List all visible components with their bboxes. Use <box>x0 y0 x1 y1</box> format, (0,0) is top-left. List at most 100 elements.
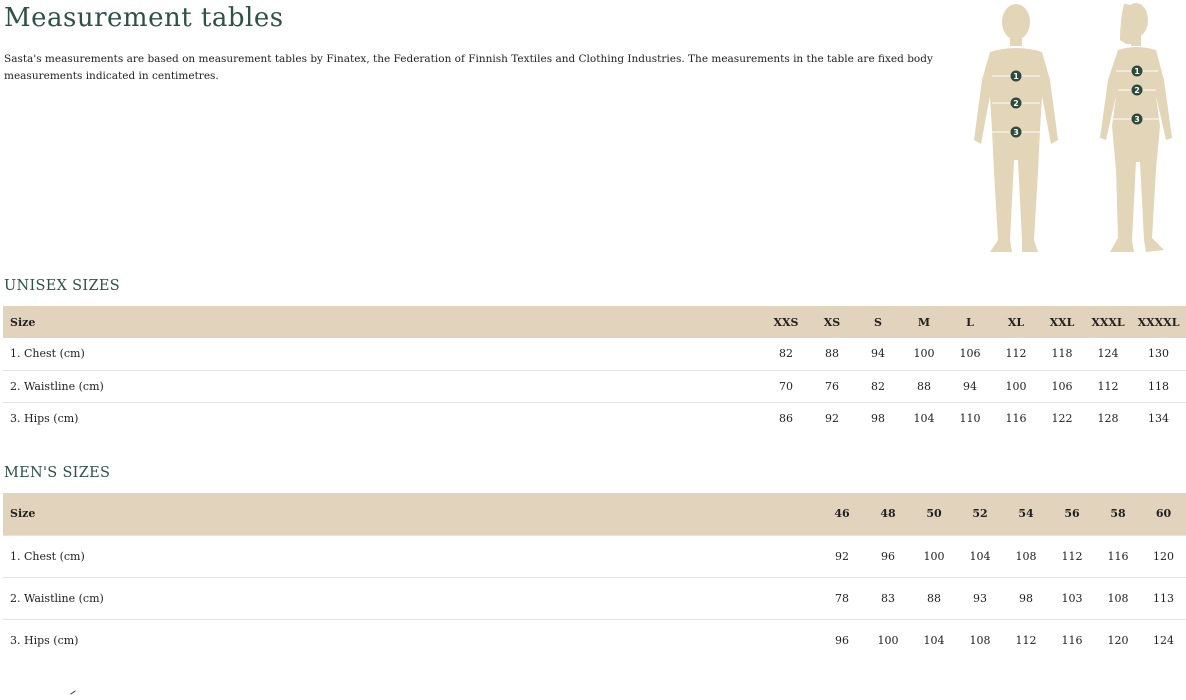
svg-text:2: 2 <box>1134 86 1140 95</box>
unisex-size-table: Size XXS XS S M L XL XXL XXXL XXXXL 1. C… <box>3 306 1186 434</box>
table-cell: 134 <box>1131 401 1186 434</box>
table-row: 2. Waistline (cm) 78 83 88 93 98 103 108… <box>3 576 1186 619</box>
svg-text:2: 2 <box>1013 99 1019 108</box>
size-header: XXXL <box>1085 306 1131 338</box>
table-cell: 103 <box>1049 576 1095 619</box>
table-cell: 124 <box>1141 618 1186 661</box>
table-cell: 98 <box>855 401 901 434</box>
table-cell: 116 <box>1095 534 1141 577</box>
table-cell: 108 <box>957 618 1003 661</box>
size-header: 46 <box>819 493 865 535</box>
female-marker-3: 3 <box>1131 113 1143 125</box>
body-measurement-figures: 1 2 3 1 2 3 <box>974 3 1172 252</box>
measurement-label: 2. Waistline (cm) <box>3 576 819 619</box>
size-header: L <box>947 306 993 338</box>
table-row: 3. Hips (cm) 86 92 98 104 110 116 122 12… <box>3 401 1186 434</box>
size-header: S <box>855 306 901 338</box>
table-cell: 110 <box>947 401 993 434</box>
table-cell: 70 <box>763 369 809 402</box>
table-cell: 112 <box>1005 347 1027 361</box>
measurement-label: 1. Chest (cm) <box>10 347 85 361</box>
table-cell: 83 <box>865 576 911 619</box>
table-cell: 104 <box>911 618 957 661</box>
table-cell: 106 <box>959 347 981 361</box>
size-header: 54 <box>1003 493 1049 535</box>
table-cell: 94 <box>947 369 993 402</box>
table-cell: 120 <box>1141 534 1186 577</box>
table-cell: 100 <box>911 534 957 577</box>
measurement-label: 1. Chest (cm) <box>3 534 819 577</box>
table-cell: 76 <box>809 369 855 402</box>
table-cell: 88 <box>911 576 957 619</box>
table-cell: 82 <box>779 347 793 361</box>
table-cell: 82 <box>855 369 901 402</box>
table-cell: 108 <box>1095 576 1141 619</box>
size-header: 52 <box>957 493 1003 535</box>
table-cell: 96 <box>819 618 865 661</box>
size-header: XXL <box>1039 306 1085 338</box>
size-header: 56 <box>1049 493 1095 535</box>
table-row: 3. Hips (cm) 96 100 104 108 112 116 120 … <box>3 618 1186 661</box>
table-cell: 94 <box>871 347 885 361</box>
table-cell: 100 <box>913 347 935 361</box>
table-cell: 92 <box>819 534 865 577</box>
table-cell: 112 <box>1085 369 1131 402</box>
size-header: 50 <box>911 493 957 535</box>
table-cell: 116 <box>1049 618 1095 661</box>
table-cell: 92 <box>809 401 855 434</box>
table-cell: 112 <box>1049 534 1095 577</box>
table-cell: 113 <box>1141 576 1186 619</box>
mens-size-table: Size 46 48 50 52 54 56 58 60 1. Chest (c… <box>3 493 1186 661</box>
table-row: 2. Waistline (cm) 70 76 82 88 94 100 106… <box>3 369 1186 402</box>
table-cell: 98 <box>1003 576 1049 619</box>
table-header-row: Size XXS XS S M L XL XXL XXXL XXXXL <box>3 306 1186 338</box>
mens-sizes-heading: MEN'S SIZES <box>4 465 111 481</box>
size-header: M <box>901 306 947 338</box>
table-cell: 86 <box>763 401 809 434</box>
table-cell: 130 <box>1148 347 1169 361</box>
table-cell: 106 <box>1039 369 1085 402</box>
table-cell: 108 <box>1003 534 1049 577</box>
female-figure-icon <box>1100 3 1172 252</box>
female-marker-2: 2 <box>1131 84 1143 96</box>
table-cell: 124 <box>1097 347 1119 361</box>
intro-text: Sasta's measurements are based on measur… <box>4 53 933 82</box>
table-cell: 118 <box>1131 369 1186 402</box>
footer-mark <box>70 690 76 695</box>
male-marker-3: 3 <box>1010 126 1022 138</box>
size-header: 60 <box>1141 493 1186 535</box>
size-header: 58 <box>1095 493 1141 535</box>
table-header-row: Size 46 48 50 52 54 56 58 60 <box>3 493 1186 535</box>
size-header: XXS <box>763 306 809 338</box>
table-cell: 96 <box>865 534 911 577</box>
measurement-label: 3. Hips (cm) <box>3 401 763 434</box>
table-cell: 104 <box>901 401 947 434</box>
size-header-label: Size <box>3 493 819 535</box>
table-cell: 120 <box>1095 618 1141 661</box>
table-cell: 112 <box>1003 618 1049 661</box>
table-cell: 122 <box>1039 401 1085 434</box>
size-header: XS <box>809 306 855 338</box>
svg-text:1: 1 <box>1013 72 1019 81</box>
size-header: XXXXL <box>1131 306 1186 338</box>
table-row: 1. Chest (cm) 82 88 94 100 106 112 118 1… <box>3 338 1186 370</box>
table-cell: 100 <box>993 369 1039 402</box>
svg-text:1: 1 <box>1134 67 1140 76</box>
size-header-label: Size <box>3 306 763 338</box>
svg-text:3: 3 <box>1134 115 1140 124</box>
table-cell: 116 <box>993 401 1039 434</box>
table-cell: 88 <box>825 347 839 361</box>
male-marker-1: 1 <box>1010 70 1022 82</box>
table-cell: 104 <box>957 534 1003 577</box>
female-marker-1: 1 <box>1131 65 1143 77</box>
size-header: 48 <box>865 493 911 535</box>
table-cell: 88 <box>901 369 947 402</box>
table-row: 1. Chest (cm) 92 96 100 104 108 112 116 … <box>3 534 1186 577</box>
measurement-label: 3. Hips (cm) <box>3 618 819 661</box>
table-cell: 93 <box>957 576 1003 619</box>
table-cell: 78 <box>819 576 865 619</box>
unisex-sizes-heading: UNISEX SIZES <box>4 278 120 294</box>
page-title: Measurement tables <box>4 3 284 33</box>
svg-text:3: 3 <box>1013 128 1019 137</box>
size-header: XL <box>993 306 1039 338</box>
